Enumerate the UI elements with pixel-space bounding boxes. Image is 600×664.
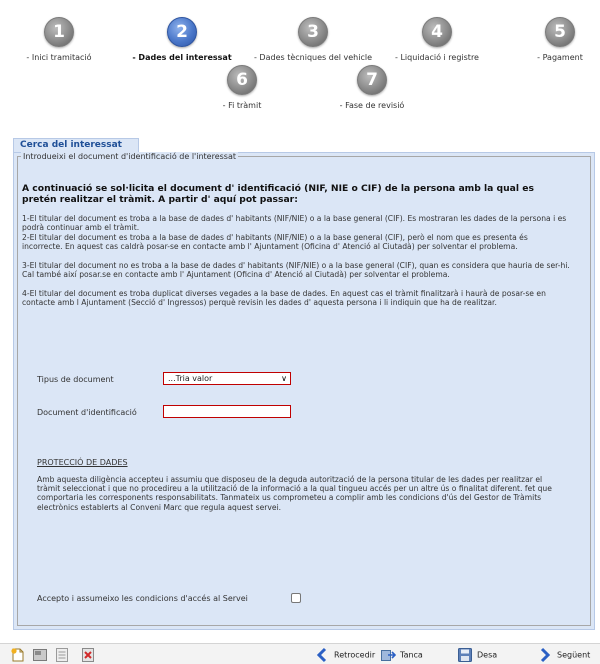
doc-id-input[interactable] — [163, 405, 291, 418]
instruction-4: 4-El titular del document es troba dupli… — [22, 289, 546, 308]
tab-search-interested[interactable]: Cerca del interessat — [13, 138, 139, 152]
back-button-label: Retrocedir — [334, 650, 376, 660]
save-button-label: Desa — [477, 650, 498, 660]
open-folder-icon[interactable] — [32, 647, 48, 663]
step-6-label: - Fi tràmit — [222, 101, 262, 110]
new-document-icon[interactable] — [10, 647, 26, 663]
close-button[interactable]: Tanca — [380, 647, 423, 663]
instruction-1: 1-El titular del document es troba a la … — [22, 214, 567, 233]
step-7-label: - Fase de revisió — [339, 101, 405, 110]
step-3-circle: 3 — [298, 17, 328, 47]
step-4-label: - Liquidació i registre — [395, 53, 479, 62]
step-2: 2 - Dades del interessat — [127, 17, 237, 62]
step-5-label: - Pagament — [537, 53, 583, 62]
doc-type-label: Tipus de document — [37, 375, 114, 384]
step-6-circle: 6 — [227, 65, 257, 95]
step-2-label: - Dades del interessat — [132, 53, 232, 62]
step-4-circle: 4 — [422, 17, 452, 47]
step-5: 5 - Pagament — [524, 17, 596, 62]
instruction-2: 2-El titular del document es troba a la … — [22, 233, 528, 252]
step-7: 7 - Fase de revisió — [322, 65, 422, 110]
doc-type-value: ...Tria valor — [168, 374, 213, 383]
data-protection-title: PROTECCIÓ DE DADES — [37, 458, 128, 467]
instruction-3: 3-El titular del document no es troba a … — [22, 261, 570, 280]
doc-id-label: Document d'identificació — [37, 408, 137, 417]
chevron-down-icon: ∨ — [281, 374, 287, 383]
doc-type-select[interactable]: ...Tria valor ∨ — [163, 372, 291, 385]
close-button-label: Tanca — [400, 650, 423, 660]
data-protection-text: Amb aquesta diligència accepteu i assumi… — [37, 475, 552, 512]
document-list-icon[interactable] — [54, 647, 70, 663]
delete-icon[interactable] — [80, 647, 96, 663]
next-button[interactable]: Següent — [537, 647, 590, 663]
exit-door-icon — [381, 650, 396, 661]
bottom-toolbar: Retrocedir Tanca Desa Següent — [0, 643, 600, 664]
accept-checkbox[interactable] — [291, 593, 301, 603]
save-button[interactable]: Desa — [457, 647, 497, 663]
step-5-circle: 5 — [545, 17, 575, 47]
back-button[interactable]: Retrocedir — [314, 647, 375, 663]
accept-label: Accepto i assumeixo les condicions d'acc… — [37, 594, 248, 603]
step-4: 4 - Liquidació i registre — [382, 17, 492, 62]
step-1-circle: 1 — [44, 17, 74, 47]
next-button-label: Següent — [557, 650, 591, 660]
step-7-circle: 7 — [357, 65, 387, 95]
fieldset-legend: Introdueixi el document d'identificació … — [21, 152, 239, 161]
save-disk-icon — [458, 648, 472, 662]
step-1: 1 - Inici tramitació — [4, 17, 114, 62]
arrow-right-icon — [540, 647, 551, 663]
step-3-label: - Dades tècniques del vehicle — [254, 53, 372, 62]
step-1-label: - Inici tramitació — [26, 53, 92, 62]
step-6: 6 - Fi tràmit — [197, 65, 287, 110]
arrow-left-icon — [316, 647, 327, 663]
instructions-heading: A continuació se sol·licita el document … — [22, 183, 534, 205]
step-2-circle: 2 — [167, 17, 197, 47]
step-3: 3 - Dades tècniques del vehicle — [248, 17, 378, 62]
